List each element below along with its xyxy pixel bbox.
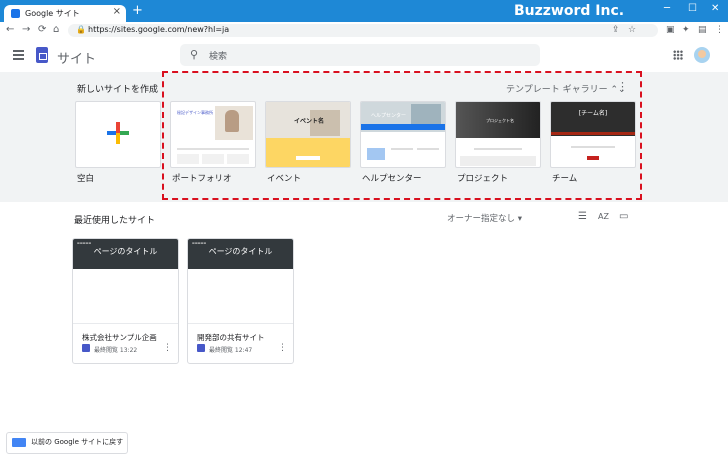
card-last-opened: 最終閲覧 13:22 <box>94 347 138 354</box>
app-title: サイト <box>57 52 97 67</box>
search-icon: ⚲ <box>190 48 199 61</box>
classic-sites-label: 以前の Google サイトに戻す <box>31 438 124 446</box>
search-box[interactable]: ⚲ 検索 <box>180 44 540 66</box>
card-thumbnail: ▬▬▬▬▬ ページのタイトル <box>188 239 293 269</box>
share-icon[interactable]: ⇪ <box>612 25 620 35</box>
site-card[interactable]: ▬▬▬▬▬ ページのタイトル 開発部の共有サイト 最終閲覧 12:47 ⋮ <box>187 238 294 364</box>
minimize-icon[interactable]: ─ <box>664 3 670 14</box>
site-icon <box>82 344 90 352</box>
classic-sites-button[interactable]: 以前の Google サイトに戻す <box>6 432 128 454</box>
card-thumbnail: ▬▬▬▬▬ ページのタイトル <box>73 239 178 269</box>
card-site-name: 株式会社サンプル企画 <box>82 333 157 342</box>
address-bar[interactable]: 🔒 https://sites.google.com/new?hl=ja <box>68 24 658 37</box>
avatar[interactable] <box>694 47 710 63</box>
tab-close-icon[interactable]: × <box>113 6 121 17</box>
hamburger-menu-icon[interactable] <box>13 50 24 62</box>
more-vert-icon[interactable]: ⋮ <box>278 343 287 353</box>
sidepanel-icon[interactable]: ▤ <box>698 25 707 35</box>
recent-sites-title: 最近使用したサイト <box>74 216 156 226</box>
extension-icon[interactable]: ▣ <box>666 25 675 35</box>
card-thumbnail-title: ページのタイトル <box>93 247 158 256</box>
reload-icon[interactable]: ⟳ <box>38 24 46 35</box>
owner-filter-dropdown[interactable]: オーナー指定なし ▾ <box>447 212 522 224</box>
more-vert-icon[interactable]: ⋮ <box>163 343 172 353</box>
card-footer: 株式会社サンプル企画 最終閲覧 13:22 ⋮ <box>73 323 178 363</box>
template-label: 空白 <box>77 174 95 184</box>
close-window-icon[interactable]: ✕ <box>711 3 719 14</box>
sites-favicon-icon <box>11 9 20 18</box>
lock-icon: 🔒 <box>76 25 86 34</box>
url-text: https://sites.google.com/new?hl=ja <box>88 25 230 34</box>
card-last-opened: 最終閲覧 12:47 <box>209 347 253 354</box>
tab-title: Google サイト <box>25 9 80 18</box>
create-title: 新しいサイトを作成 <box>77 85 159 95</box>
template-highlight-frame <box>162 71 642 200</box>
search-placeholder: 検索 <box>209 52 228 62</box>
folder-icon[interactable]: ▭ <box>619 211 628 222</box>
back-icon[interactable]: ← <box>6 24 14 35</box>
list-view-icon[interactable]: ☰ <box>578 211 587 222</box>
forward-icon[interactable]: → <box>22 24 30 35</box>
browser-tab[interactable]: Google サイト × <box>4 5 126 22</box>
home-icon[interactable]: ⌂ <box>53 24 59 35</box>
maximize-icon[interactable]: ☐ <box>688 3 697 14</box>
card-site-name: 開発部の共有サイト <box>197 333 265 342</box>
new-tab-button[interactable]: + <box>132 3 143 18</box>
sites-logo-icon <box>36 47 48 63</box>
site-icon <box>197 344 205 352</box>
site-card[interactable]: ▬▬▬▬▬ ページのタイトル 株式会社サンプル企画 最終閲覧 13:22 ⋮ <box>72 238 179 364</box>
plus-icon <box>107 122 129 144</box>
browser-menu-icon[interactable]: ⋮ <box>715 25 724 35</box>
bookmark-star-icon[interactable]: ☆ <box>628 25 636 35</box>
classic-sites-icon <box>12 438 26 447</box>
card-footer: 開発部の共有サイト 最終閲覧 12:47 ⋮ <box>188 323 293 363</box>
card-thumbnail-title: ページのタイトル <box>208 247 273 256</box>
puzzle-icon[interactable]: ✦ <box>682 25 690 35</box>
brand-watermark: Buzzword Inc. <box>514 3 625 19</box>
sort-az-icon[interactable]: AZ <box>598 212 609 221</box>
google-apps-icon[interactable] <box>673 50 683 60</box>
